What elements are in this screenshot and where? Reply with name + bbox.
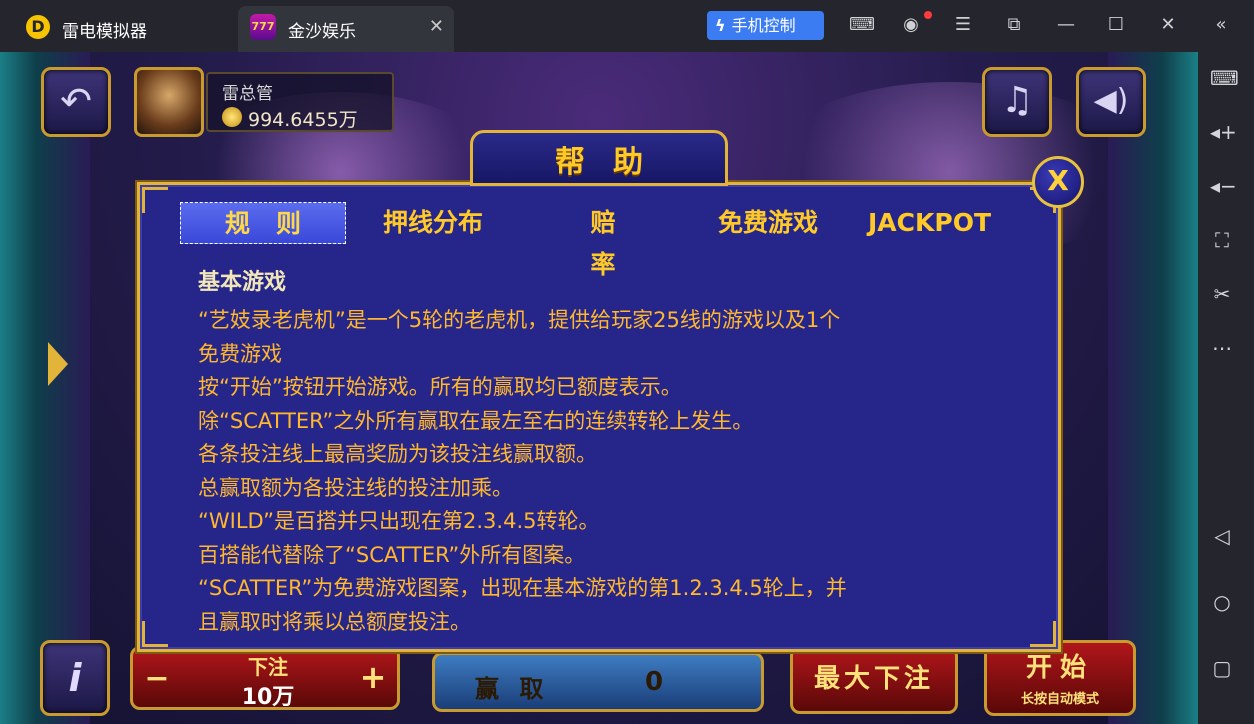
help-line: 除“SCATTER”之外所有赢取在最左至右的连续转轮上发生。 <box>198 408 754 433</box>
menu-icon[interactable]: ☰ <box>952 14 974 36</box>
tab-payout[interactable]: 赔率 <box>540 202 666 279</box>
dialog-corner-ornament <box>1030 621 1056 647</box>
window-mode-icon[interactable]: ⧉ <box>1003 14 1025 36</box>
help-line: 按“开始”按钮开始游戏。所有的赢取均已额度表示。 <box>198 375 682 399</box>
maximize-icon[interactable]: ☐ <box>1105 14 1127 36</box>
notification-dot <box>924 11 932 19</box>
help-title-plate: 帮助 <box>470 130 728 186</box>
dialog-corner-ornament <box>142 187 168 213</box>
tab-jackpot[interactable]: JACKPOT <box>868 202 991 244</box>
tab-title: 金沙娱乐 <box>288 22 356 42</box>
emulator-titlebar: D 雷电模拟器 777 金沙娱乐 ✕ ϟ 手机控制 ⌨ ◉ ☰ ⧉ — ☐ ✕ « <box>0 0 1254 52</box>
help-line: 百搭能代替除了“SCATTER”外所有图案。 <box>198 542 586 567</box>
close-dialog-button[interactable]: X <box>1032 156 1084 208</box>
emulator-app-name: 雷电模拟器 <box>62 22 147 42</box>
back-icon[interactable]: ◁ <box>1210 524 1234 548</box>
phone-control-label: 手机控制 <box>731 16 796 35</box>
gamepad-icon[interactable]: ⌨ <box>849 14 875 36</box>
recent-apps-icon[interactable]: ▢ <box>1210 656 1234 680</box>
tab-rules[interactable]: 规则 <box>180 202 346 244</box>
help-section-heading: 基本游戏 <box>198 270 287 295</box>
help-line: “WILD”是百搭并只出现在第2.3.4.5转轮。 <box>198 509 600 533</box>
dialog-corner-ornament <box>142 621 168 647</box>
minimize-icon[interactable]: — <box>1055 14 1077 36</box>
phone-control-button[interactable]: ϟ 手机控制 <box>707 11 824 40</box>
help-line: “SCATTER”为免费游戏图案，出现在基本游戏的第1.2.3.4.5轮上，并 <box>198 576 847 600</box>
help-line: 总赢取额为各投注线的投注加乘。 <box>198 475 513 500</box>
more-icon[interactable]: ⋯ <box>1210 336 1234 360</box>
help-line: 免费游戏 <box>198 341 282 366</box>
help-line: “艺妓录老虎机”是一个5轮的老虎机，提供给玩家25线的游戏以及1个 <box>198 308 841 332</box>
tab-game[interactable]: 777 金沙娱乐 ✕ <box>238 6 454 52</box>
collapse-sidebar-icon[interactable]: « <box>1210 14 1232 36</box>
scissors-icon[interactable]: ✂ <box>1210 282 1234 306</box>
volume-up-icon[interactable]: ◂+ <box>1210 120 1237 144</box>
help-title: 帮助 <box>555 145 671 180</box>
fullscreen-icon[interactable]: ⛶ <box>1210 228 1234 252</box>
tab-free-games[interactable]: 免费游戏 <box>700 202 836 244</box>
keyboard-icon[interactable]: ⌨ <box>1210 66 1239 90</box>
emulator-logo-icon: D <box>26 15 50 39</box>
emulator-sidebar: ⌨ ◂+ ◂− ⛶ ✂ ⋯ ◁ ○ ▢ <box>1198 52 1254 724</box>
volume-down-icon[interactable]: ◂− <box>1210 174 1237 198</box>
help-line: 且赢取时将乘以总额度投注。 <box>198 609 471 634</box>
tab-paylines[interactable]: 押线分布 <box>362 202 504 244</box>
close-window-icon[interactable]: ✕ <box>1157 14 1179 36</box>
help-line: 各条投注线上最高奖励为该投注线赢取额。 <box>198 442 597 466</box>
account-icon[interactable]: ◉ <box>900 14 922 36</box>
home-icon[interactable]: ○ <box>1210 590 1234 614</box>
help-body-text: “艺妓录老虎机”是一个5轮的老虎机，提供给玩家25线的游戏以及1个 免费游戏 按… <box>198 304 1008 639</box>
tab-close-icon[interactable]: ✕ <box>429 16 444 37</box>
help-dialog-layer: 帮助 X 规则 押线分布 赔率 免费游戏 JACKPOT 基本游戏 “艺妓录老虎… <box>0 52 1198 724</box>
lightning-icon: ϟ <box>715 16 726 35</box>
game-app-icon: 777 <box>250 14 276 40</box>
